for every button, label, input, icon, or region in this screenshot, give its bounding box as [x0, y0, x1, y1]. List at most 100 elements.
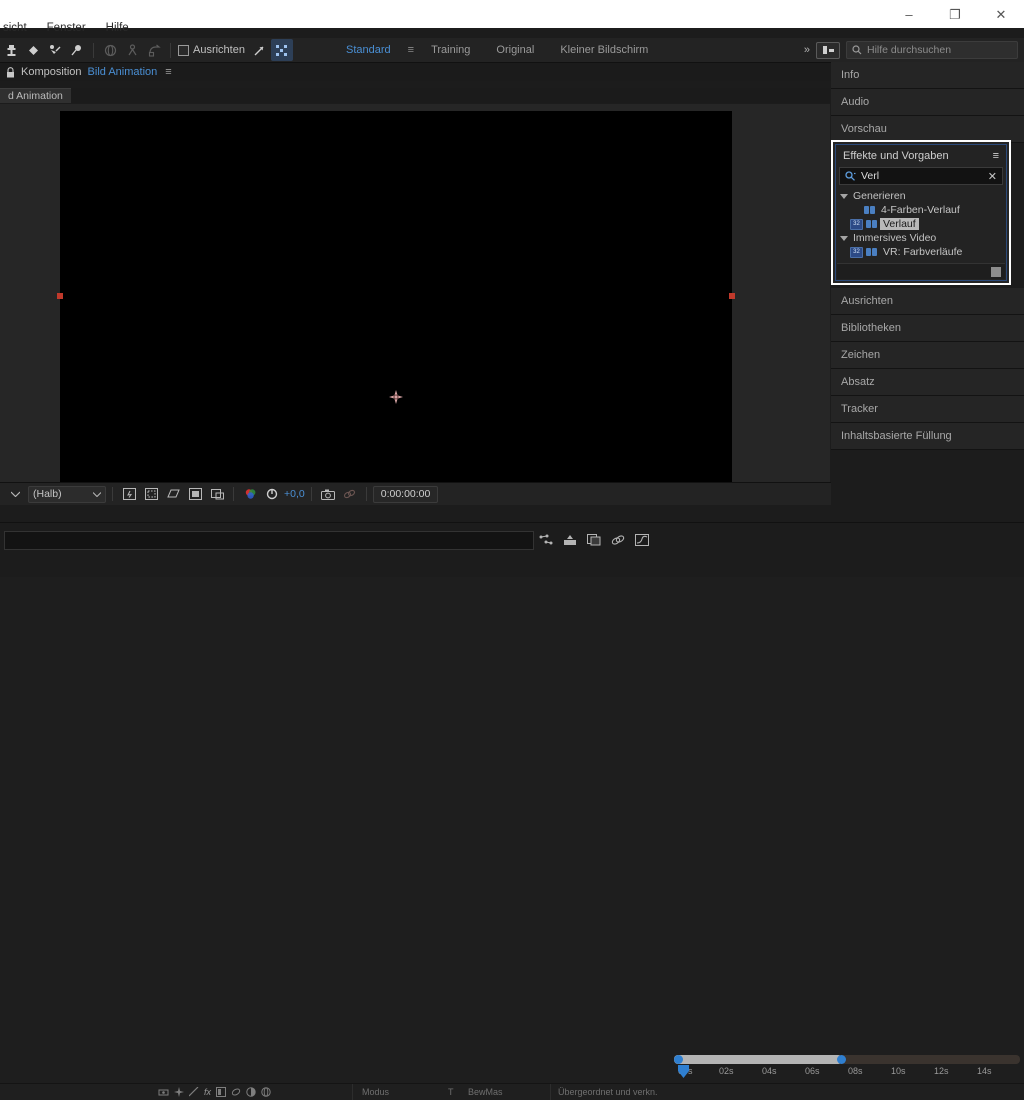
motion-blur-switch-icon[interactable] [231, 1087, 241, 1097]
effect-icon [866, 220, 877, 229]
dock-item-absatz[interactable]: Absatz [831, 369, 1024, 396]
maximize-icon[interactable]: ❐ [932, 0, 978, 28]
composition-menu-icon[interactable]: ≡ [165, 66, 171, 78]
anchor-point-icon[interactable] [389, 390, 403, 404]
effects-panel-inner: Effekte und Vorgaben ≡ Verl ✕ Generieren… [835, 144, 1007, 281]
menu-item-fenster[interactable]: Fenster [44, 20, 89, 36]
menu-item-hilfe[interactable]: Hilfe [103, 20, 132, 36]
ruler-tick: 08s [848, 1066, 863, 1076]
workspace-tab-training[interactable]: Training [418, 38, 483, 62]
effects-panel-menu-icon[interactable]: ≡ [993, 150, 999, 162]
roto-brush-icon[interactable] [44, 39, 66, 61]
exposure-reset-icon[interactable] [262, 484, 282, 504]
eraser-icon[interactable] [22, 39, 44, 61]
effects-category-immersives-video[interactable]: Immersives Video [836, 231, 1006, 245]
snapping-checkbox[interactable] [178, 44, 189, 56]
close-icon[interactable]: ✕ [978, 0, 1024, 28]
viewer-caret-icon[interactable] [4, 483, 26, 505]
new-folder-icon[interactable] [991, 266, 1001, 277]
column-header-uebergeordnet: Übergeordnet und verkn. [558, 1087, 658, 1097]
snapping-toggle[interactable]: Ausrichten [178, 44, 245, 56]
dock-item-zeichen[interactable]: Zeichen [831, 342, 1024, 369]
clone-stamp-icon[interactable] [0, 39, 22, 61]
bit-depth-32-icon: 32 [850, 218, 863, 230]
workspace-tab-kleiner-bildschirm[interactable]: Kleiner Bildschirm [547, 38, 661, 62]
composition-name[interactable]: Bild Animation [88, 66, 158, 78]
selection-handle-right[interactable] [729, 293, 735, 299]
resolution-icon[interactable] [119, 484, 139, 504]
dock-item-info[interactable]: Info [831, 62, 1024, 89]
shy-icon[interactable] [158, 1087, 169, 1097]
region-of-interest-icon[interactable] [141, 484, 161, 504]
effect-item-vr-farbverlaeufe[interactable]: 32 VR: Farbverläufe [836, 245, 1006, 259]
minimize-icon[interactable]: – [886, 0, 932, 28]
menu-item-ansicht[interactable]: sicht [0, 20, 30, 36]
collapse-transformations-icon[interactable] [174, 1087, 184, 1097]
workspace-tab-original[interactable]: Original [483, 38, 547, 62]
pan-behind-icon[interactable] [143, 39, 165, 61]
effects-fx-icon[interactable]: fx [204, 1087, 211, 1097]
arrow-snap-icon[interactable] [249, 39, 271, 61]
composition-mini-flowchart-icon[interactable] [562, 532, 578, 548]
playhead-icon[interactable] [678, 1065, 689, 1078]
overflow-chevron-icon[interactable]: » [804, 44, 810, 56]
viewer-divider-2 [233, 487, 234, 501]
search-icon [852, 45, 862, 55]
select-all-points-icon[interactable] [270, 39, 293, 61]
chevron-down-icon [840, 193, 848, 199]
snapshot-icon[interactable] [318, 484, 338, 504]
effects-category-generieren[interactable]: Generieren [836, 189, 1006, 203]
ruler-tick: 04s [762, 1066, 777, 1076]
timeline-ruler-ticks: 00s 02s 04s 06s 08s 10s 12s 14s [674, 1066, 1024, 1080]
dock-item-ausrichten[interactable]: Ausrichten [831, 288, 1024, 315]
workspace-layout-icon[interactable] [816, 41, 840, 59]
magnification-select[interactable]: (Halb) [28, 485, 106, 503]
quality-icon[interactable] [189, 1087, 199, 1097]
composition-canvas[interactable] [60, 111, 732, 482]
workspace-menu-icon[interactable]: ≡ [404, 44, 418, 56]
effects-and-presets-panel[interactable]: Effekte und Vorgaben ≡ Verl ✕ Generieren… [831, 140, 1011, 285]
viewer-timecode[interactable]: 0:00:00:00 [372, 485, 439, 503]
frame-blend-icon[interactable] [216, 1087, 227, 1097]
puppet-pin-icon[interactable] [66, 39, 88, 61]
composition-tab[interactable]: d Animation [0, 88, 71, 103]
graph-nodes-icon[interactable] [538, 532, 554, 548]
motion-blur-icon[interactable] [610, 532, 626, 548]
3d-layer-icon[interactable] [261, 1087, 271, 1097]
title-action-safe-icon[interactable] [185, 484, 205, 504]
dock-item-inhaltsbasierte-fuellung[interactable]: Inhaltsbasierte Füllung [831, 423, 1024, 450]
column-divider [352, 1084, 353, 1100]
layer-switches-group: fx [158, 1084, 271, 1100]
channel-color-icon[interactable] [240, 484, 260, 504]
transparency-grid-icon[interactable] [163, 484, 183, 504]
effects-search-input[interactable]: Verl ✕ [839, 167, 1003, 185]
timeline-panel: 00s 02s 04s 06s 08s 10s 12s 14s fx [0, 522, 1024, 1100]
help-search-placeholder: Hilfe durchsuchen [867, 44, 952, 56]
dock-item-bibliotheken[interactable]: Bibliotheken [831, 315, 1024, 342]
help-search-input[interactable]: Hilfe durchsuchen [846, 41, 1018, 59]
timeline-search-input[interactable] [4, 531, 534, 550]
composition-viewer[interactable] [0, 104, 830, 482]
graph-editor-icon[interactable] [634, 532, 650, 548]
effect-item-verlauf[interactable]: 32 Verlauf [836, 217, 1006, 231]
draft-3d-icon[interactable] [586, 532, 602, 548]
composition-panel-header: Komposition Bild Animation ≡ [0, 63, 836, 81]
exposure-value[interactable]: +0,0 [284, 488, 305, 500]
dock-item-tracker[interactable]: Tracker [831, 396, 1024, 423]
selection-handle-left[interactable] [57, 293, 63, 299]
effect-item-4-farben-verlauf[interactable]: 4-Farben-Verlauf [836, 203, 1006, 217]
clear-search-icon[interactable]: ✕ [988, 170, 997, 183]
orbit-tool-icon[interactable] [121, 39, 143, 61]
workspace-tab-standard[interactable]: Standard [333, 38, 404, 62]
dock-item-audio[interactable]: Audio [831, 89, 1024, 116]
effects-list[interactable]: Generieren 4-Farben-Verlauf 32 Verlauf I… [836, 189, 1006, 259]
zoom-bar-handle-right[interactable] [837, 1055, 846, 1064]
adjustment-layer-icon[interactable] [246, 1087, 256, 1097]
zoom-bar-handle-left[interactable] [674, 1055, 683, 1064]
unified-camera-icon[interactable] [99, 39, 121, 61]
dock-item-vorschau[interactable]: Vorschau [831, 116, 1024, 143]
view-masks-icon[interactable] [207, 484, 227, 504]
column-header-t: T [448, 1087, 454, 1097]
tool-group-paint [0, 38, 88, 62]
show-snapshot-icon[interactable] [340, 484, 360, 504]
